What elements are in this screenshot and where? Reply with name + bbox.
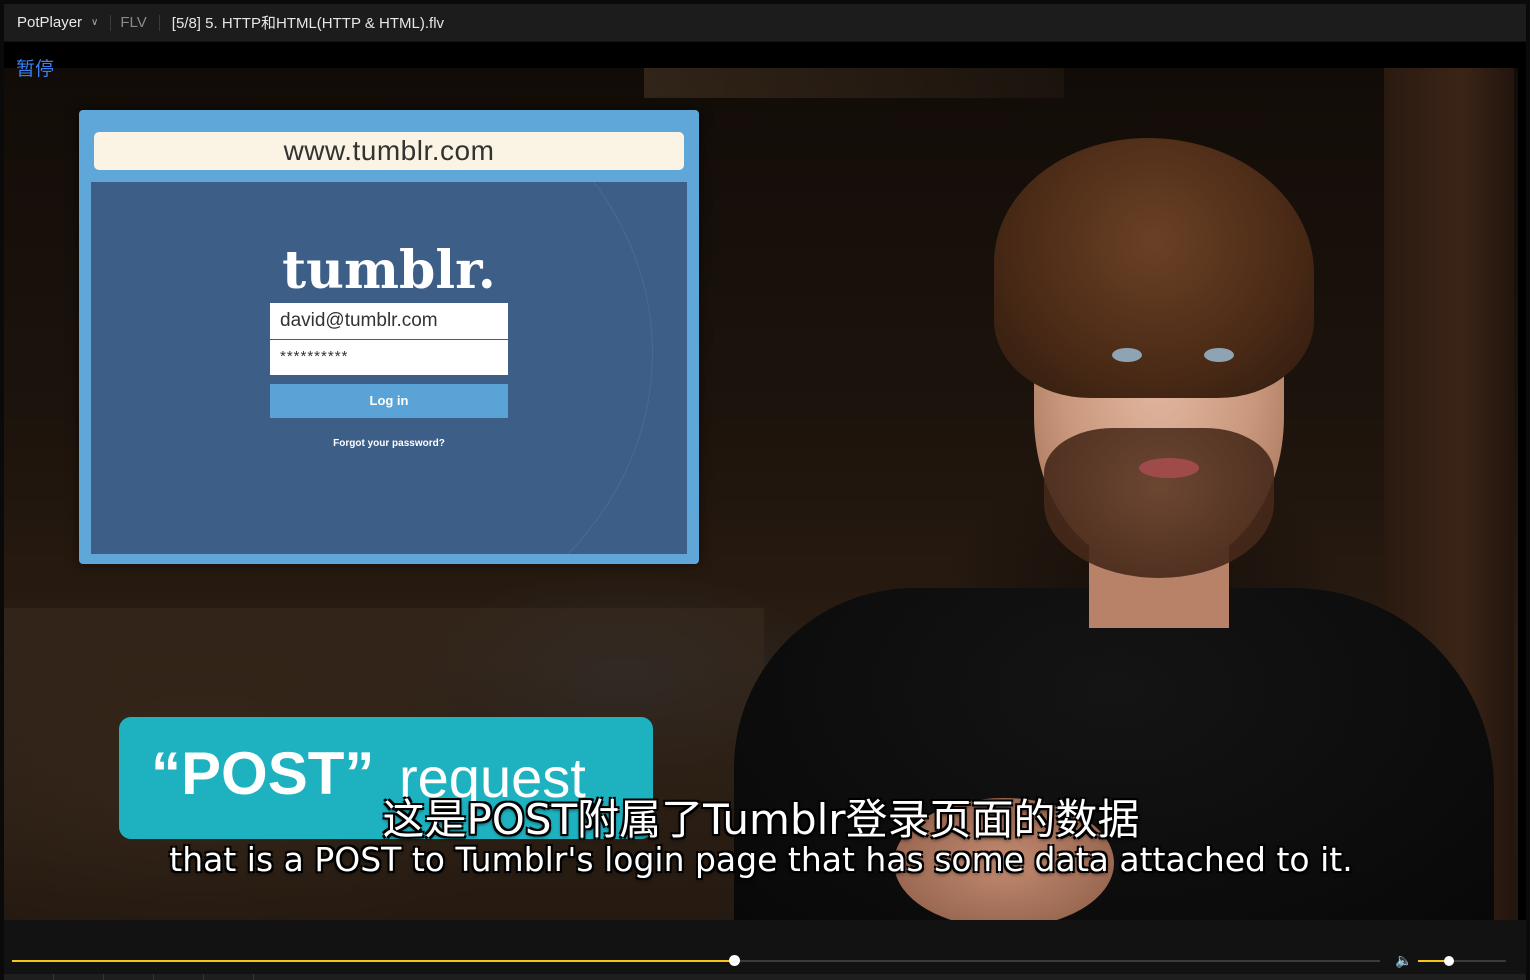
chevron-down-icon: ∨ xyxy=(91,17,99,28)
tumblr-password-field: ********** xyxy=(270,340,508,375)
pause-status-osd: 暂停 xyxy=(16,58,55,80)
seek-progress xyxy=(12,960,735,962)
toolbar-segment[interactable] xyxy=(4,974,54,980)
speaker-eye-left xyxy=(1112,348,1142,362)
tumblr-login-panel: tumblr. david@tumblr.com ********** Log … xyxy=(91,182,687,554)
tumblr-login-button: Log in xyxy=(270,384,508,418)
video-area[interactable]: www.tumblr.com tumblr. david@tumblr.com … xyxy=(4,42,1526,920)
tumblr-logo: tumblr. xyxy=(282,240,496,301)
tumblr-login-graphic: www.tumblr.com tumblr. david@tumblr.com … xyxy=(79,110,699,564)
speaker-mouth xyxy=(1139,458,1199,478)
background-beam xyxy=(644,68,1064,98)
speaker-eye-right xyxy=(1204,348,1234,362)
volume-slider[interactable] xyxy=(1418,956,1506,966)
bottom-toolbar-strip xyxy=(4,974,1526,980)
seek-thumb[interactable] xyxy=(729,955,741,966)
volume-thumb[interactable] xyxy=(1443,956,1454,966)
speaker-hair xyxy=(994,138,1314,398)
tumblr-forgot-password-link: Forgot your password? xyxy=(333,438,445,449)
toolbar-segment[interactable] xyxy=(104,974,154,980)
tumblr-email-field: david@tumblr.com xyxy=(270,303,508,339)
video-frame[interactable]: www.tumblr.com tumblr. david@tumblr.com … xyxy=(4,68,1518,920)
app-name: PotPlayer xyxy=(17,14,83,31)
file-title: [5/8] 5. HTTP和HTML(HTTP & HTML).flv xyxy=(171,15,445,32)
volume-icon[interactable]: 🔈 xyxy=(1395,952,1413,968)
toolbar-segment[interactable] xyxy=(204,974,254,980)
title-bar: PotPlayer ∨ FLV [5/8] 5. HTTP和HTML(HTTP … xyxy=(4,4,1526,42)
tumblr-url-bar: www.tumblr.com xyxy=(94,132,684,170)
subtitle-english: that is a POST to Tumblr's login page th… xyxy=(169,840,1353,879)
format-label: FLV xyxy=(120,14,147,31)
toolbar-segment[interactable] xyxy=(154,974,204,980)
subtitle-chinese: 这是POST附属了Tumblr登录页面的数据 xyxy=(382,795,1140,844)
speaker-beard xyxy=(1044,428,1274,578)
control-bar: 🔈 xyxy=(4,920,1526,980)
app-menu-button[interactable]: PotPlayer ∨ xyxy=(4,4,110,41)
toolbar-segment[interactable] xyxy=(54,974,104,980)
seek-bar[interactable] xyxy=(12,955,1380,966)
